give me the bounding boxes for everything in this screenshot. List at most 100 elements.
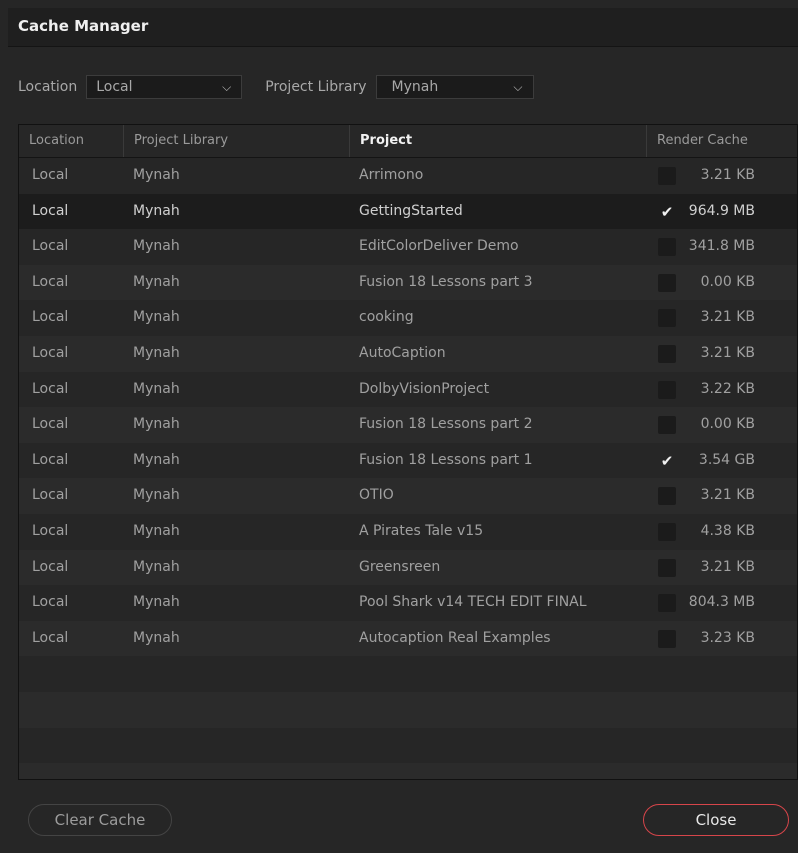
- cell-render-cache-size: 4.38 KB: [700, 522, 755, 539]
- cell-project: Autocaption Real Examples: [359, 629, 551, 646]
- cell-project-library: Mynah: [133, 344, 180, 361]
- cell-project: EditColorDeliver Demo: [359, 238, 519, 255]
- table-row[interactable]: Local Mynah GettingStarted ✔ 964.9 MB: [19, 193, 797, 230]
- cell-render-cache-size: 3.22 KB: [700, 380, 755, 397]
- cell-project: Arrimono: [359, 167, 424, 183]
- cell-project: A Pirates Tale v15: [359, 522, 484, 539]
- cell-location: Local: [32, 380, 69, 397]
- chevron-down-icon: ⌵: [513, 80, 523, 94]
- table-body: Local Mynah Arrimono 3.21 KB Local Mynah Getti…: [19, 158, 797, 779]
- table-row[interactable]: Local Mynah Greensreen 3.21 KB: [19, 549, 797, 586]
- cell-location: Local: [32, 629, 69, 646]
- render-cache-checkbox[interactable]: [658, 594, 676, 613]
- chevron-down-icon: ⌵: [222, 80, 232, 94]
- cell-render-cache-size: 0.00 KB: [700, 273, 755, 290]
- cell-location: Local: [32, 344, 69, 361]
- location-label: Location: [18, 79, 78, 95]
- column-header-project-library[interactable]: Project Library: [124, 125, 350, 157]
- render-cache-checkbox[interactable]: ✔: [658, 203, 676, 221]
- cell-project: Fusion 18 Lessons part 2: [359, 416, 533, 433]
- project-library-dropdown[interactable]: Mynah ⌵: [375, 75, 534, 99]
- render-cache-checkbox[interactable]: [658, 629, 676, 648]
- table-row[interactable]: Local Mynah Fusion 18 Lessons part 2 0.00 K…: [19, 407, 797, 443]
- cell-location: Local: [32, 167, 69, 183]
- cell-project: OTIO: [359, 487, 394, 504]
- render-cache-checkbox[interactable]: [658, 309, 676, 328]
- cell-render-cache-size: 0.00 KB: [700, 416, 755, 433]
- empty-row: [19, 727, 797, 764]
- empty-row: [19, 656, 797, 692]
- render-cache-checkbox[interactable]: [658, 238, 676, 257]
- render-cache-checkbox[interactable]: [658, 558, 676, 577]
- cell-render-cache-size: 3.21 KB: [700, 558, 755, 575]
- render-cache-checkbox[interactable]: [658, 273, 676, 292]
- cell-location: Local: [32, 309, 69, 326]
- dialog-footer: Clear Cache Close: [0, 780, 798, 853]
- table-row[interactable]: Local Mynah AutoCaption 3.21 KB: [19, 335, 797, 372]
- empty-row: [19, 763, 797, 779]
- render-cache-checkbox[interactable]: [658, 416, 676, 435]
- close-button[interactable]: Close: [643, 804, 789, 836]
- cell-project-library: Mynah: [133, 202, 180, 219]
- cell-location: Local: [32, 594, 69, 611]
- table-row[interactable]: Local Mynah DolbyVisionProject 3.22 KB: [19, 371, 797, 408]
- filter-bar: Location Local ⌵ Project Library Mynah ⌵: [18, 74, 534, 100]
- cell-project: AutoCaption: [359, 344, 446, 361]
- render-cache-checkbox[interactable]: [658, 380, 676, 399]
- checkmark-icon: ✔: [660, 202, 674, 221]
- cell-project: Fusion 18 Lessons part 3: [359, 273, 533, 290]
- table-row[interactable]: Local Mynah EditColorDeliver Demo 341.8 MB: [19, 229, 797, 265]
- cell-project: Pool Shark v14 TECH EDIT FINAL: [359, 594, 587, 611]
- cell-render-cache-size: 964.9 MB: [688, 202, 755, 219]
- cell-project: cooking: [359, 309, 414, 326]
- table-row[interactable]: Local Mynah Autocaption Real Examples 3.23 …: [19, 620, 797, 657]
- render-cache-checkbox[interactable]: [658, 487, 676, 506]
- cell-render-cache-size: 341.8 MB: [688, 238, 755, 255]
- table-row[interactable]: Local Mynah OTIO 3.21 KB: [19, 478, 797, 514]
- cache-manager-window: Cache Manager Location Local ⌵ Project L…: [0, 0, 798, 853]
- cell-project-library: Mynah: [133, 238, 180, 255]
- column-header-render-cache[interactable]: Render Cache: [647, 125, 797, 157]
- cell-render-cache-size: 804.3 MB: [688, 594, 755, 611]
- cell-location: Local: [32, 558, 69, 575]
- column-header-location[interactable]: Location: [19, 125, 124, 157]
- table-row[interactable]: Local Mynah A Pirates Tale v15 4.38 KB: [19, 513, 797, 550]
- cell-project-library: Mynah: [133, 522, 180, 539]
- column-header-project[interactable]: Project: [350, 125, 647, 157]
- cell-render-cache-size: 3.21 KB: [700, 167, 755, 183]
- table-row[interactable]: Local Mynah cooking 3.21 KB: [19, 300, 797, 336]
- cell-project-library: Mynah: [133, 309, 180, 326]
- render-cache-checkbox[interactable]: [658, 344, 676, 363]
- project-library-label: Project Library: [265, 79, 367, 95]
- table-row[interactable]: Local Mynah Fusion 18 Lessons part 1 ✔ 3.54 …: [19, 442, 797, 479]
- empty-row: [19, 691, 797, 728]
- cell-render-cache-size: 3.54 GB: [698, 451, 755, 468]
- cell-project-library: Mynah: [133, 167, 180, 183]
- render-cache-checkbox[interactable]: ✔: [658, 452, 676, 470]
- window-title: Cache Manager: [18, 17, 149, 35]
- project-library-dropdown-value: Mynah: [391, 79, 439, 95]
- cell-render-cache-size: 3.21 KB: [700, 309, 755, 326]
- table-row[interactable]: Local Mynah Arrimono 3.21 KB: [19, 158, 797, 194]
- cell-location: Local: [32, 451, 69, 468]
- clear-cache-button[interactable]: Clear Cache: [28, 804, 172, 836]
- table-header: Location Project Library Project Render …: [19, 125, 797, 158]
- cell-project-library: Mynah: [133, 594, 180, 611]
- location-dropdown[interactable]: Local ⌵: [86, 75, 243, 99]
- cell-location: Local: [32, 416, 69, 433]
- cell-render-cache-size: 3.23 KB: [700, 629, 755, 646]
- cell-project-library: Mynah: [133, 451, 180, 468]
- table-row[interactable]: Local Mynah Fusion 18 Lessons part 3 0.00 K…: [19, 264, 797, 301]
- location-dropdown-value: Local: [96, 79, 133, 95]
- render-cache-checkbox[interactable]: [658, 167, 676, 185]
- cell-project-library: Mynah: [133, 629, 180, 646]
- table-row[interactable]: Local Mynah Pool Shark v14 TECH EDIT FINAL…: [19, 585, 797, 621]
- cell-location: Local: [32, 238, 69, 255]
- cell-project-library: Mynah: [133, 416, 180, 433]
- cell-project-library: Mynah: [133, 380, 180, 397]
- cell-location: Local: [32, 273, 69, 290]
- cell-location: Local: [32, 202, 69, 219]
- cell-project-library: Mynah: [133, 273, 180, 290]
- render-cache-checkbox[interactable]: [658, 522, 676, 541]
- cell-project-library: Mynah: [133, 487, 180, 504]
